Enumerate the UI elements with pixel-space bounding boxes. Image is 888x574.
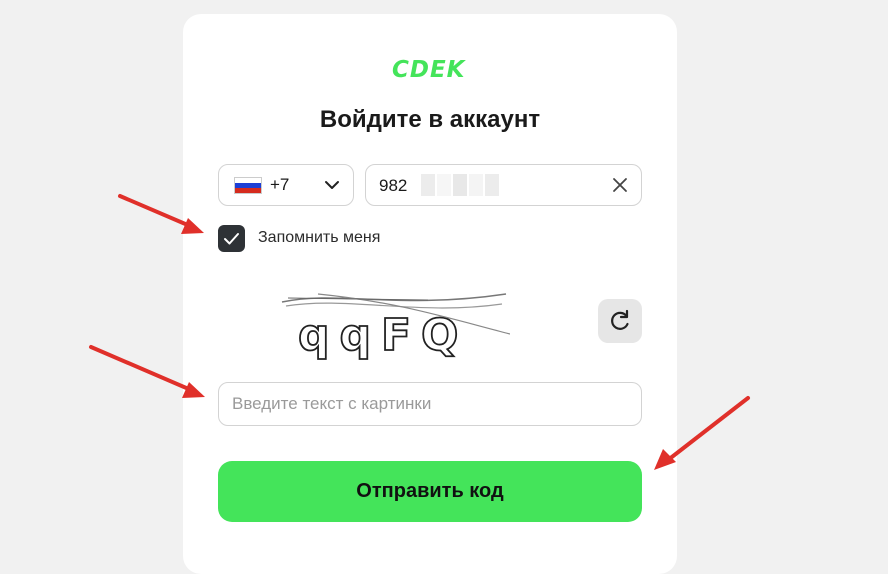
logo-text: CDEK [392, 57, 467, 82]
redacted-digit [469, 174, 483, 196]
captcha-image: qqFQ [281, 293, 510, 362]
chevron-down-icon [325, 181, 339, 189]
phone-value: 982 [379, 176, 408, 195]
refresh-icon [611, 309, 629, 330]
redacted-digit [485, 174, 499, 196]
russia-flag-icon [234, 176, 262, 194]
redacted-digit [437, 174, 451, 196]
cdek-logo: CDEK [392, 57, 467, 82]
captcha-text: qqFQ [298, 310, 468, 361]
send-code-button[interactable]: Отправить код [218, 461, 642, 522]
redacted-digit [421, 174, 435, 196]
country-code: +7 [270, 175, 290, 194]
remember-me-checkbox[interactable] [218, 225, 245, 252]
checkmark-icon [224, 233, 239, 245]
clear-icon[interactable] [612, 177, 628, 193]
captcha-input[interactable] [218, 382, 642, 426]
redacted-digit [453, 174, 467, 196]
refresh-captcha-button[interactable] [598, 299, 642, 343]
country-code-select[interactable]: +7 [218, 164, 354, 206]
phone-input[interactable]: 982 [365, 164, 642, 206]
remember-me-label[interactable]: Запомнить меня [258, 229, 380, 247]
page-title: Войдите в аккаунт [319, 106, 541, 133]
